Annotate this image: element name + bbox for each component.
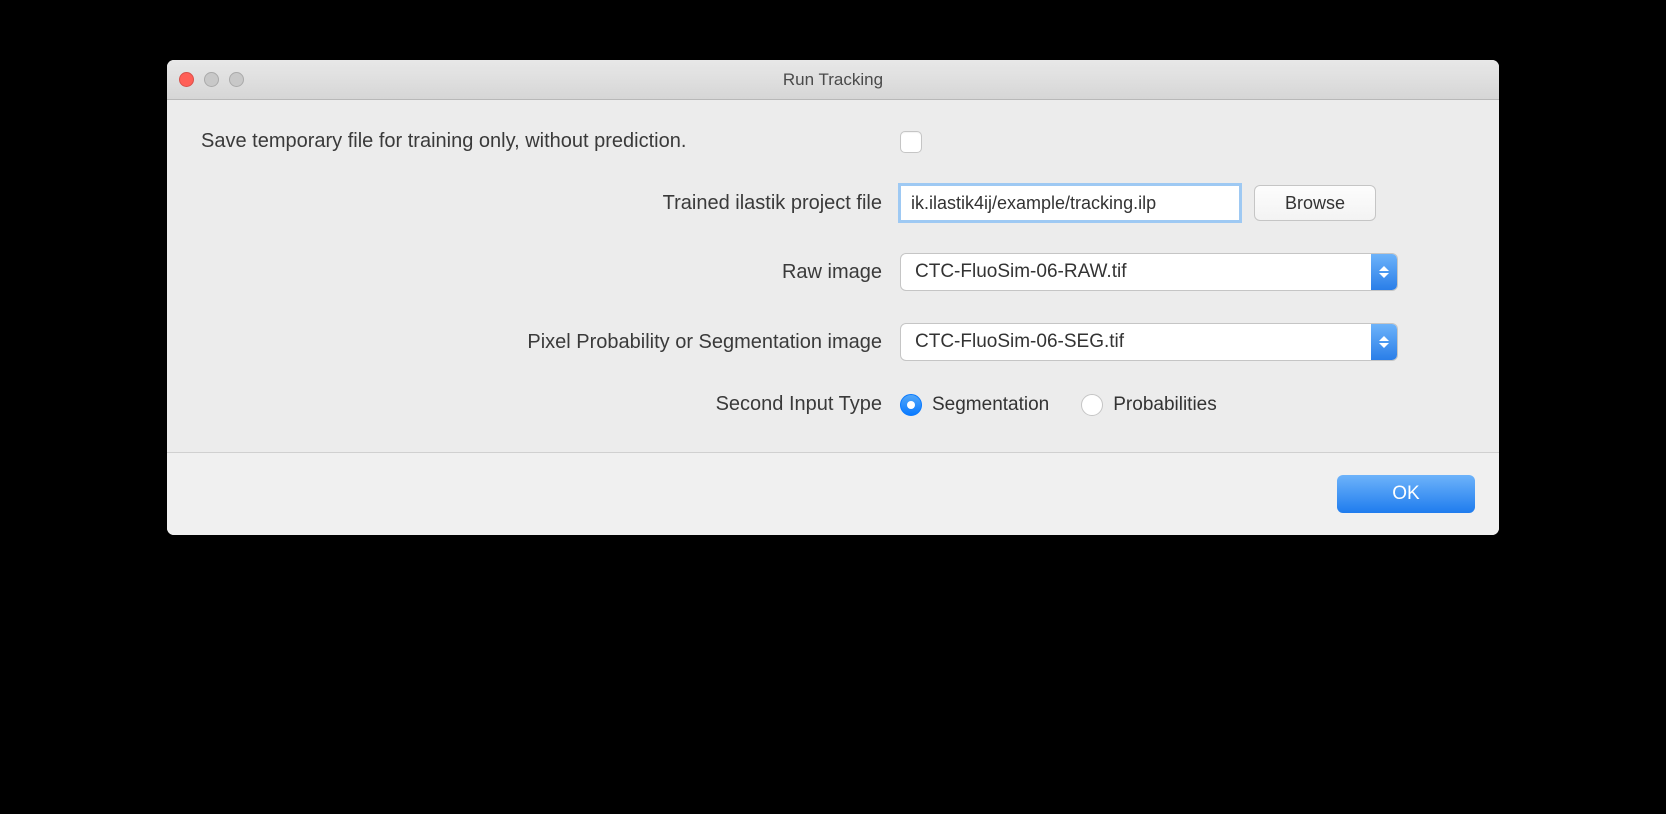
seg-image-control: CTC-FluoSim-06-SEG.tif (900, 323, 1479, 361)
seg-image-select-wrap: CTC-FluoSim-06-SEG.tif (900, 323, 1398, 361)
save-temp-control (900, 131, 1479, 153)
input-type-control: Segmentation Probabilities (900, 394, 1479, 416)
raw-image-label: Raw image (187, 261, 882, 284)
dialog-content: Save temporary file for training only, w… (167, 100, 1499, 452)
raw-image-select[interactable]: CTC-FluoSim-06-RAW.tif (900, 253, 1398, 291)
radio-segmentation[interactable]: Segmentation (900, 394, 1049, 416)
project-file-input[interactable] (900, 185, 1240, 221)
close-icon[interactable] (179, 72, 194, 87)
raw-image-control: CTC-FluoSim-06-RAW.tif (900, 253, 1479, 291)
browse-button[interactable]: Browse (1254, 185, 1376, 221)
dialog-window: Run Tracking Save temporary file for tra… (167, 60, 1499, 535)
save-temp-label: Save temporary file for training only, w… (187, 130, 882, 153)
input-type-radio-group: Segmentation Probabilities (900, 394, 1217, 416)
window-title: Run Tracking (167, 70, 1499, 90)
raw-image-value: CTC-FluoSim-06-RAW.tif (915, 261, 1126, 283)
radio-segmentation-button (900, 394, 922, 416)
save-temp-row: Save temporary file for training only, w… (187, 130, 1479, 153)
radio-probabilities-label: Probabilities (1113, 394, 1217, 416)
titlebar: Run Tracking (167, 60, 1499, 100)
save-temp-checkbox[interactable] (900, 131, 922, 153)
seg-image-value: CTC-FluoSim-06-SEG.tif (915, 331, 1124, 353)
traffic-lights (167, 72, 244, 87)
input-type-row: Second Input Type Segmentation Probabili… (187, 393, 1479, 416)
maximize-icon[interactable] (229, 72, 244, 87)
input-type-label: Second Input Type (187, 393, 882, 416)
seg-image-row: Pixel Probability or Segmentation image … (187, 323, 1479, 361)
dialog-footer: OK (167, 452, 1499, 535)
radio-segmentation-label: Segmentation (932, 394, 1049, 416)
minimize-icon[interactable] (204, 72, 219, 87)
radio-probabilities[interactable]: Probabilities (1081, 394, 1217, 416)
project-file-row: Trained ilastik project file Browse (187, 185, 1479, 221)
chevron-updown-icon (1371, 254, 1397, 290)
ok-button[interactable]: OK (1337, 475, 1475, 513)
chevron-updown-icon (1371, 324, 1397, 360)
project-file-control: Browse (900, 185, 1479, 221)
raw-image-row: Raw image CTC-FluoSim-06-RAW.tif (187, 253, 1479, 291)
radio-probabilities-button (1081, 394, 1103, 416)
seg-image-select[interactable]: CTC-FluoSim-06-SEG.tif (900, 323, 1398, 361)
project-file-label: Trained ilastik project file (187, 192, 882, 215)
seg-image-label: Pixel Probability or Segmentation image (187, 331, 882, 354)
raw-image-select-wrap: CTC-FluoSim-06-RAW.tif (900, 253, 1398, 291)
